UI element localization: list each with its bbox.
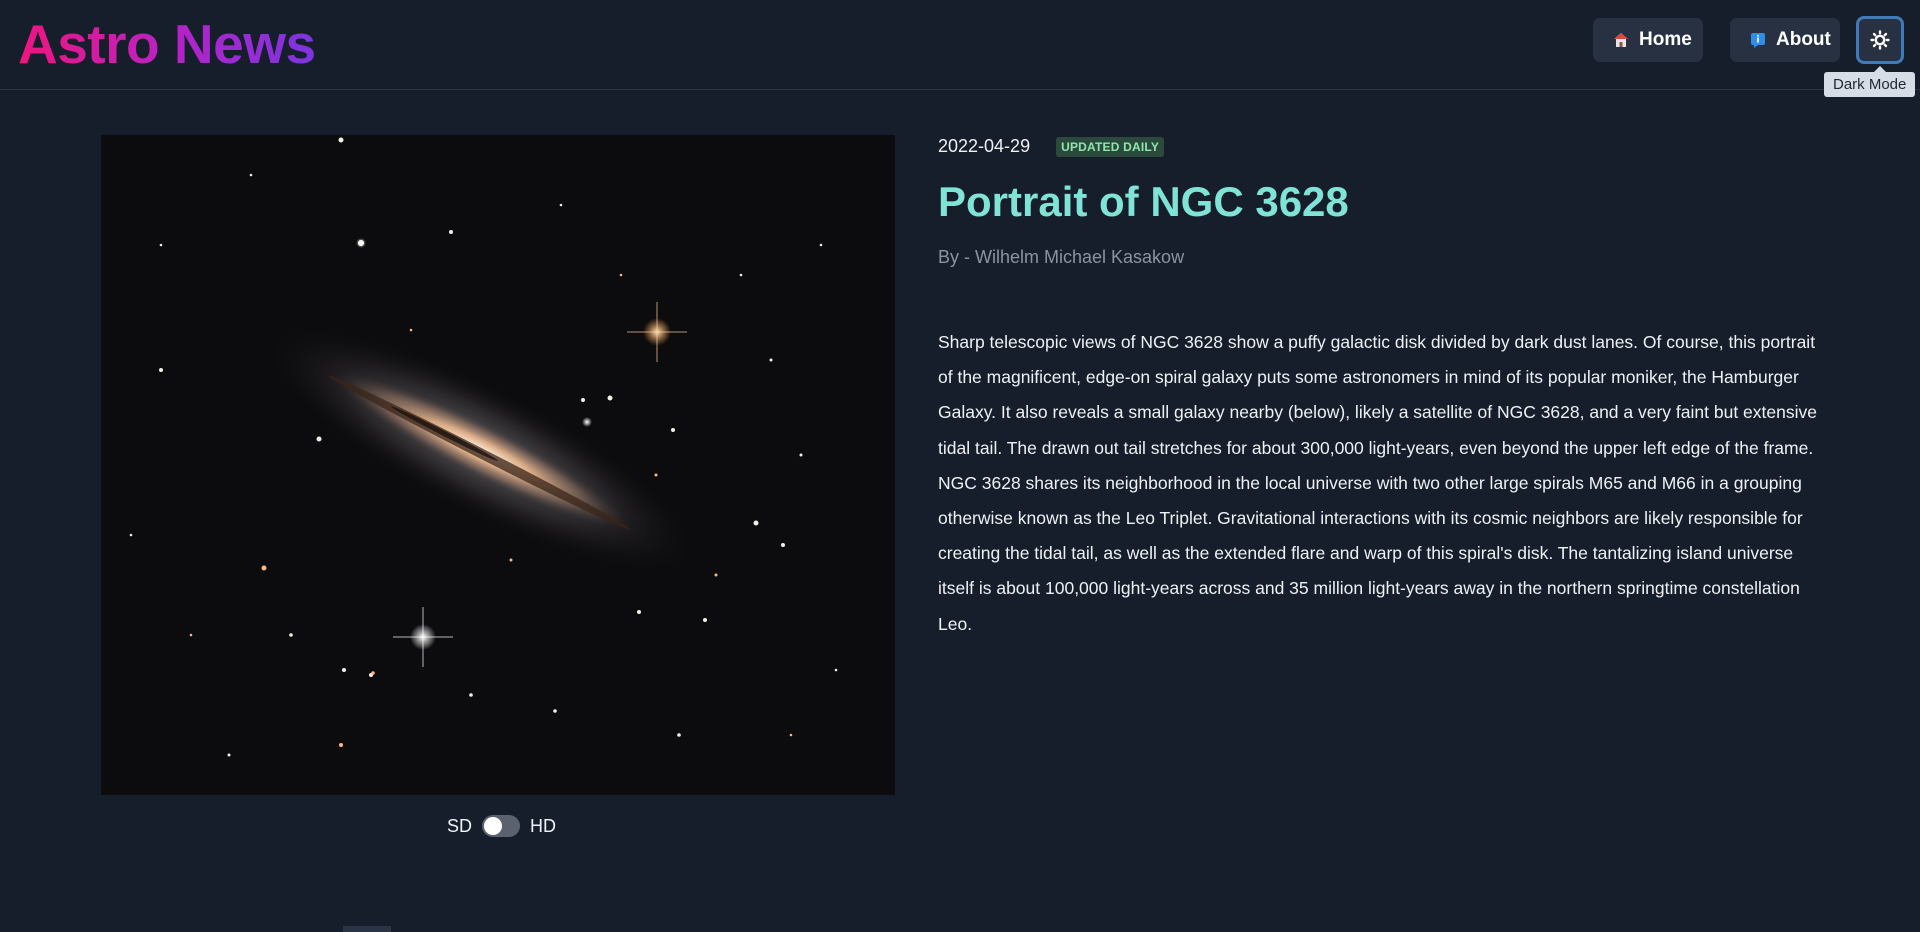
sun-icon [1870, 30, 1890, 50]
article-date: 2022-04-29 [938, 136, 1031, 156]
galaxy-photo[interactable] [101, 135, 895, 795]
top-header: Astro News Home About Dark Mode [0, 0, 1920, 97]
switch-knob [484, 817, 503, 835]
hd-label: HD [530, 815, 557, 836]
scroll-indicator [343, 926, 391, 932]
quality-toggle: SD HD [447, 813, 556, 839]
sd-label: SD [447, 815, 473, 836]
galaxy-image [101, 135, 895, 795]
theme-toggle-button[interactable] [1856, 16, 1904, 64]
house-icon [1613, 32, 1629, 48]
home-button[interactable]: Home [1593, 18, 1703, 62]
theme-tooltip: Dark Mode [1824, 66, 1916, 97]
article-description: Sharp telescopic views of NGC 3628 show … [938, 332, 1817, 634]
article-title: Portrait of NGC 3628 [938, 178, 1349, 225]
info-icon [1750, 32, 1766, 48]
article-author: By - Wilhelm Michael Kasakow [938, 247, 1185, 267]
home-label: Home [1639, 29, 1692, 50]
about-button[interactable]: About [1730, 18, 1840, 62]
article-meta: 2022-04-29 UPDATED DAILY [938, 136, 1165, 157]
about-label: About [1776, 29, 1831, 50]
site-logo[interactable]: Astro News [18, 12, 316, 76]
status-badge: UPDATED DAILY [1056, 136, 1165, 157]
quality-switch[interactable] [482, 815, 521, 837]
